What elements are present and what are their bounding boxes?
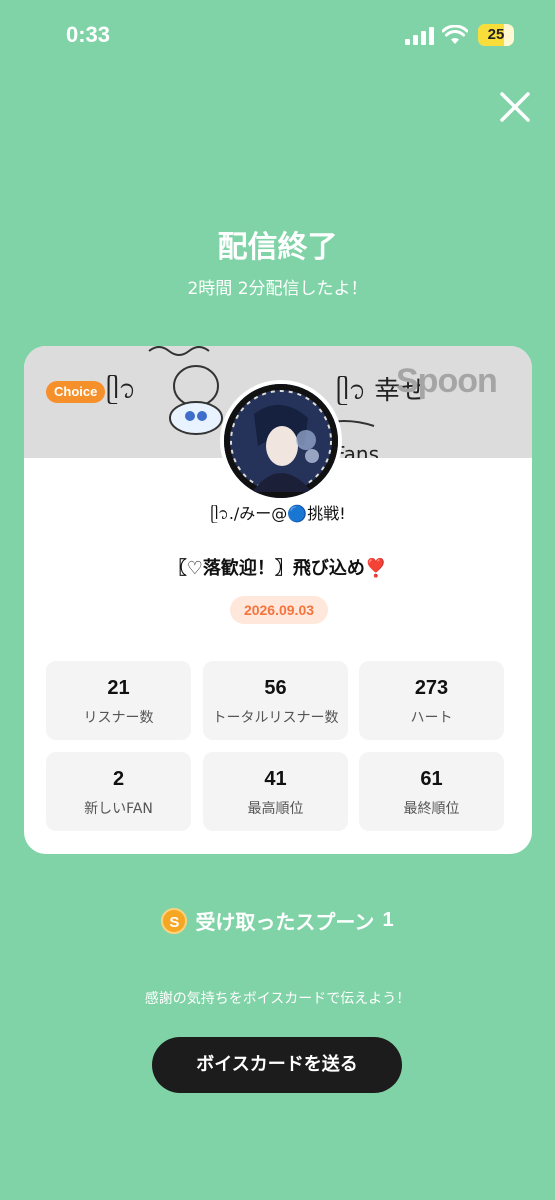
stat-label: トータルリスナー数 bbox=[212, 710, 339, 726]
spoons-label: 受け取ったスプーン bbox=[195, 910, 375, 934]
duration-subtitle: 2時間 2分配信したよ！ bbox=[187, 279, 368, 299]
stat-value: 2 bbox=[112, 768, 125, 790]
stat-final-rank: 61 最終順位 bbox=[359, 752, 504, 831]
live-summary-card: Fans Choice ᥫ᭡ ᥫ᭡ 幸せ Spoon ᥫ᭡./みー@🔵挑戦! 〖… bbox=[24, 346, 532, 854]
battery-icon: 25 bbox=[478, 24, 514, 46]
stat-total-listeners: 56 トータルリスナー数 bbox=[203, 661, 348, 740]
cellular-signal-icon bbox=[405, 27, 434, 45]
status-bar: 0:33 25 bbox=[0, 0, 555, 70]
stream-date: 2026.09.03 bbox=[230, 596, 328, 624]
close-icon[interactable] bbox=[496, 88, 534, 126]
wifi-icon bbox=[442, 25, 468, 44]
stat-value: 273 bbox=[414, 677, 449, 699]
choice-badge: Choice bbox=[46, 381, 106, 403]
stat-value: 61 bbox=[420, 768, 443, 790]
stat-best-rank: 41 最高順位 bbox=[203, 752, 348, 831]
stat-value: 41 bbox=[264, 768, 287, 790]
stat-value: 21 bbox=[107, 677, 130, 699]
avatar-image bbox=[224, 384, 338, 498]
received-spoons: S 受け取ったスプーン 1 bbox=[0, 906, 555, 935]
stat-label: ハート bbox=[410, 710, 453, 726]
spoons-count: 1 bbox=[382, 909, 394, 931]
stat-new-fans: 2 新しいFAN bbox=[46, 752, 191, 831]
dj-nickname: ᥫ᭡./みー@🔵挑戦! bbox=[210, 504, 346, 523]
stat-hearts: 273 ハート bbox=[359, 661, 504, 740]
page-title: 配信終了 bbox=[217, 230, 338, 265]
stat-listeners: 21 リスナー数 bbox=[46, 661, 191, 740]
spoon-logo: Spoon bbox=[396, 362, 498, 400]
battery-level: 25 bbox=[487, 26, 505, 43]
stat-label: 新しいFAN bbox=[84, 801, 153, 817]
spoon-coin-icon: S bbox=[161, 907, 188, 934]
stream-title: 〖♡落歓迎！〗飛び込め❣️ bbox=[168, 558, 388, 579]
thanks-text: 感謝の気持ちをボイスカードで伝えよう！ bbox=[144, 991, 411, 1007]
banner-text-left: ᥫ᭡ bbox=[106, 375, 137, 405]
stat-value: 56 bbox=[264, 677, 287, 699]
avatar bbox=[220, 380, 342, 502]
stat-label: 最高順位 bbox=[247, 801, 304, 817]
stat-label: リスナー数 bbox=[83, 710, 154, 726]
stat-label: 最終順位 bbox=[403, 801, 460, 817]
send-voice-card-button[interactable]: ボイスカードを送る bbox=[152, 1037, 402, 1093]
clock: 0:33 bbox=[66, 22, 111, 47]
